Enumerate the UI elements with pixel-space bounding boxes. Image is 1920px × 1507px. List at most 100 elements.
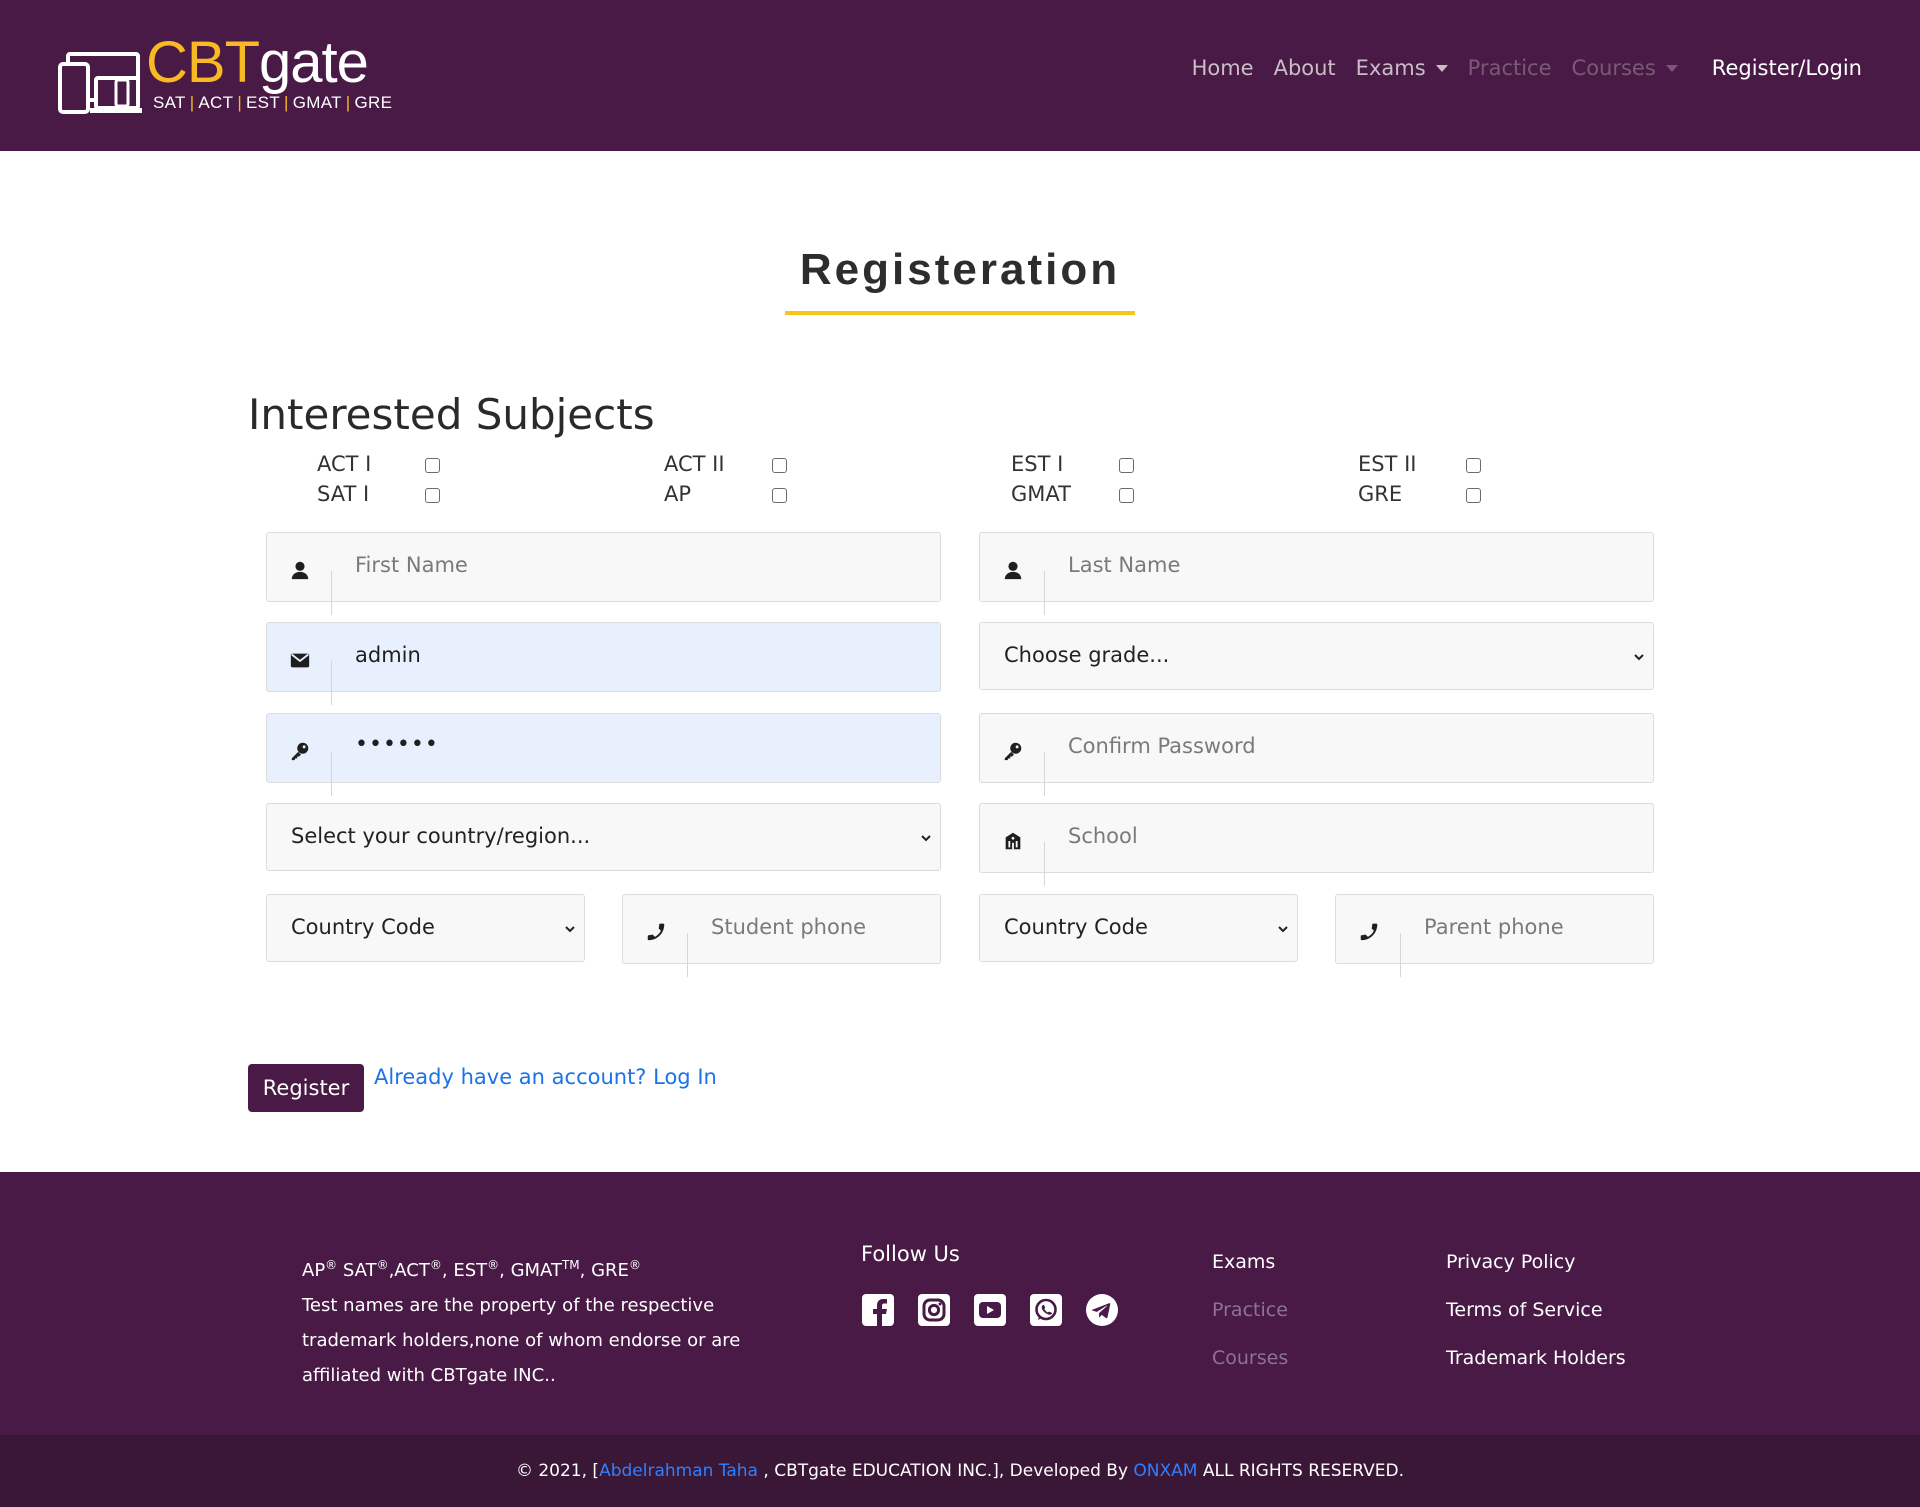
footer-link-trademark-holders[interactable]: Trademark Holders [1446, 1334, 1626, 1382]
tagline-sat: SAT [153, 93, 186, 112]
field-divider [1044, 571, 1045, 615]
login-link[interactable]: Already have an account? Log In [374, 1065, 717, 1089]
email-value: admin [355, 643, 421, 667]
parent-country-code-select[interactable]: Country Code [979, 894, 1298, 962]
subject-checkbox-est1[interactable] [1119, 458, 1134, 473]
subject-label-act1: ACT I [317, 452, 372, 476]
school-field[interactable]: School [979, 803, 1654, 886]
facebook-icon[interactable] [861, 1293, 895, 1327]
first-name-field[interactable]: First Name [266, 532, 941, 615]
subject-checkbox-act1[interactable] [425, 458, 440, 473]
subject-checkbox-gmat[interactable] [1119, 488, 1134, 503]
subject-checkbox-ap[interactable] [772, 488, 787, 503]
subject-checkbox-gre[interactable] [1466, 488, 1481, 503]
last-name-placeholder: Last Name [1068, 553, 1181, 577]
nav-practice[interactable]: Practice [1458, 56, 1562, 80]
chevron-down-icon [1278, 926, 1288, 933]
footer-link-courses[interactable]: Courses [1212, 1334, 1288, 1382]
tm-gre: , GRE [579, 1260, 629, 1281]
social-links [861, 1293, 1119, 1327]
whatsapp-icon[interactable] [1029, 1293, 1063, 1327]
main-nav: Home About Exams Practice Courses Regist… [1182, 56, 1872, 80]
register-button[interactable]: Register [248, 1064, 364, 1112]
tm-mark: ® [376, 1258, 389, 1272]
parent-phone-field[interactable]: Parent phone [1335, 894, 1654, 977]
country-selected-value: Select your country/region... [291, 824, 591, 848]
grade-selected-value: Choose grade... [1004, 643, 1170, 667]
tm-est: , EST [441, 1260, 488, 1281]
phone-icon [647, 923, 665, 941]
student-phone-placeholder: Student phone [711, 915, 867, 939]
field-divider [1044, 752, 1045, 796]
page-title: Registeration [799, 245, 1121, 294]
brand-logo[interactable]: CBTgate SAT | ACT | EST | GMAT | GRE [58, 30, 398, 120]
instagram-icon[interactable] [917, 1293, 951, 1327]
nav-exams-dropdown[interactable]: Exams [1346, 56, 1458, 80]
brand-name-gate: gate [259, 30, 369, 95]
chevron-down-icon [1634, 654, 1644, 661]
school-icon [1005, 832, 1021, 850]
field-divider [1400, 933, 1401, 977]
tagline-est: EST [246, 93, 281, 112]
country-select[interactable]: Select your country/region... [266, 803, 941, 871]
tm-act: ,ACT [388, 1260, 430, 1281]
trademark-text-line: affiliated with CBTgate INC.. [302, 1365, 556, 1386]
nav-courses-dropdown[interactable]: Courses [1562, 56, 1688, 80]
nav-register-login[interactable]: Register/Login [1688, 56, 1872, 80]
subject-label-gre: GRE [1358, 482, 1403, 506]
confirm-password-field[interactable]: Confirm Password [979, 713, 1654, 796]
password-field[interactable]: •••••• [266, 713, 941, 796]
nav-about[interactable]: About [1264, 56, 1346, 80]
subject-label-gmat: GMAT [1011, 482, 1071, 506]
tm-mark: ® [487, 1258, 500, 1272]
copyright-bar: © 2021, [Abdelrahman Taha , CBTgate EDUC… [0, 1435, 1920, 1507]
student-country-code-select[interactable]: Country Code [266, 894, 585, 962]
subject-checkbox-sat1[interactable] [425, 488, 440, 503]
brand-name-cbt: CBT [146, 30, 260, 95]
subject-checkbox-act2[interactable] [772, 458, 787, 473]
parent-phone-placeholder: Parent phone [1424, 915, 1564, 939]
nav-courses-label: Courses [1571, 56, 1656, 80]
grade-select[interactable]: Choose grade... [979, 622, 1654, 690]
caret-down-icon [1435, 64, 1448, 72]
footer-link-terms-of-service[interactable]: Terms of Service [1446, 1286, 1626, 1334]
footer-links-col1: Exams Practice Courses [1212, 1238, 1288, 1382]
tm-mark: ® [325, 1258, 338, 1272]
chevron-down-icon [921, 835, 931, 842]
password-value: •••••• [355, 732, 439, 757]
footer-link-practice[interactable]: Practice [1212, 1286, 1288, 1334]
developer-link[interactable]: ONXAM [1133, 1461, 1197, 1481]
student-phone-field[interactable]: Student phone [622, 894, 941, 977]
trademark-text-line: Test names are the property of the respe… [302, 1295, 715, 1316]
copyright-mid: , CBTgate EDUCATION INC.], Developed By [757, 1461, 1134, 1481]
last-name-field[interactable]: Last Name [979, 532, 1654, 615]
footer-link-exams[interactable]: Exams [1212, 1238, 1288, 1286]
first-name-placeholder: First Name [355, 553, 468, 577]
key-icon [1004, 742, 1022, 761]
key-icon [291, 742, 309, 761]
confirm-password-placeholder: Confirm Password [1068, 734, 1256, 758]
footer-link-privacy-policy[interactable]: Privacy Policy [1446, 1238, 1626, 1286]
field-divider [331, 752, 332, 796]
tm-ap: AP [302, 1260, 326, 1281]
top-navbar: CBTgate SAT | ACT | EST | GMAT | GRE Home About … [0, 0, 1920, 151]
phone-icon [1360, 923, 1378, 941]
field-divider [331, 571, 332, 615]
nav-home[interactable]: Home [1182, 56, 1264, 80]
subject-checkbox-est2[interactable] [1466, 458, 1481, 473]
school-placeholder: School [1068, 824, 1138, 848]
trademark-text-line: trademark holders,none of whom endorse o… [302, 1330, 741, 1351]
youtube-icon[interactable] [973, 1293, 1007, 1327]
telegram-icon[interactable] [1085, 1293, 1119, 1327]
field-divider [331, 661, 332, 705]
student-country-code-value: Country Code [291, 915, 435, 939]
author-link[interactable]: Abdelrahman Taha [599, 1461, 758, 1481]
tagline-gre: GRE [354, 93, 393, 112]
tagline-gmat: GMAT [292, 93, 342, 112]
title-underline [785, 311, 1135, 315]
subject-label-act2: ACT II [664, 452, 725, 476]
email-field[interactable]: admin [266, 622, 941, 705]
tm-mark: ® [628, 1258, 641, 1272]
tm-mark: TM [561, 1258, 580, 1272]
envelope-icon [290, 653, 310, 668]
